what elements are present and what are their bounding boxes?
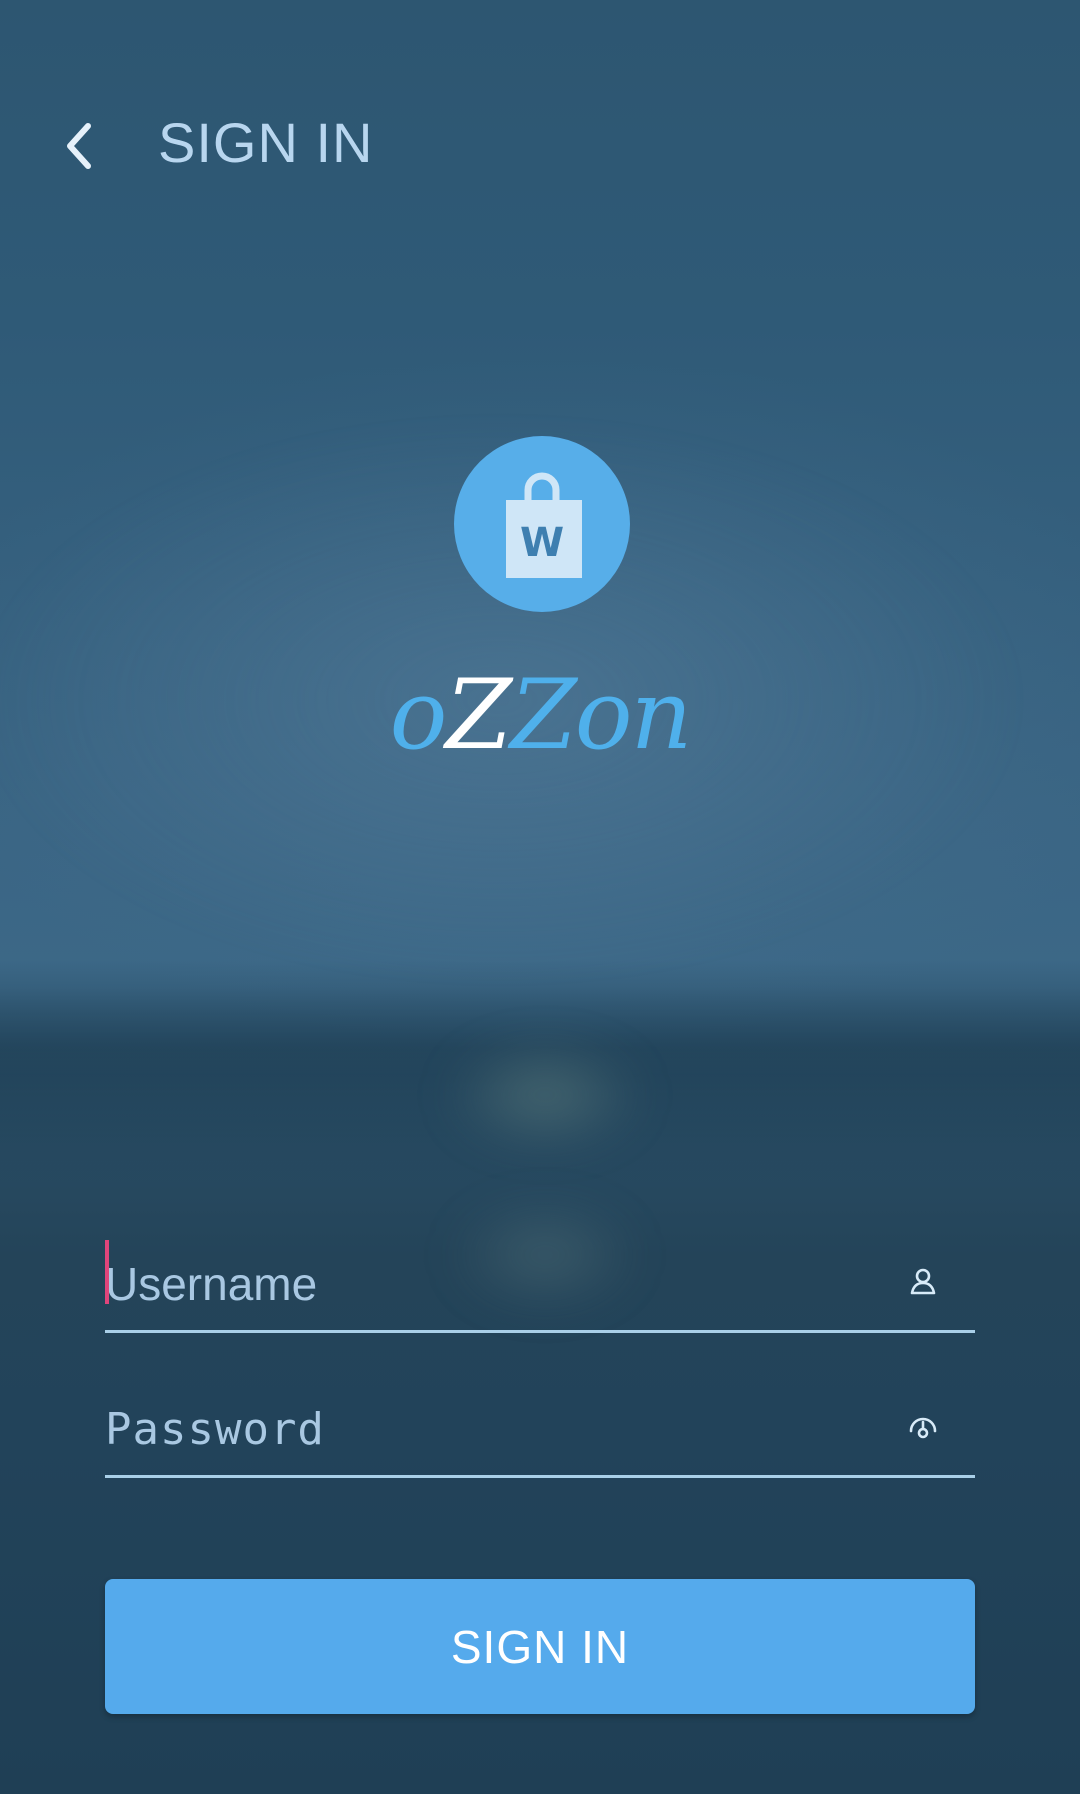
text-cursor: [105, 1240, 109, 1304]
username-field: [105, 1240, 975, 1333]
password-visibility-icon[interactable]: [903, 1407, 943, 1447]
chevron-left-icon: [67, 123, 91, 169]
sign-in-button[interactable]: SIGN IN: [105, 1579, 975, 1714]
password-input[interactable]: [105, 1385, 865, 1473]
back-button[interactable]: [52, 116, 112, 176]
background-light-reflection: [445, 1040, 645, 1150]
app-bar: SIGN IN: [0, 90, 1080, 220]
brand-name-part: Zon: [510, 659, 692, 771]
brand-name: oZZon: [0, 660, 1080, 770]
brand-name-part: o: [389, 659, 448, 771]
background-image: [0, 0, 1080, 1794]
username-input[interactable]: [105, 1240, 865, 1328]
password-field: [105, 1385, 975, 1478]
logo-letter: W: [520, 520, 564, 566]
shopping-bag-icon: W: [506, 472, 582, 578]
brand-name-part: Z: [445, 659, 512, 771]
page-title: SIGN IN: [158, 111, 374, 174]
app-logo: W: [454, 436, 630, 612]
user-icon: [910, 1268, 936, 1295]
